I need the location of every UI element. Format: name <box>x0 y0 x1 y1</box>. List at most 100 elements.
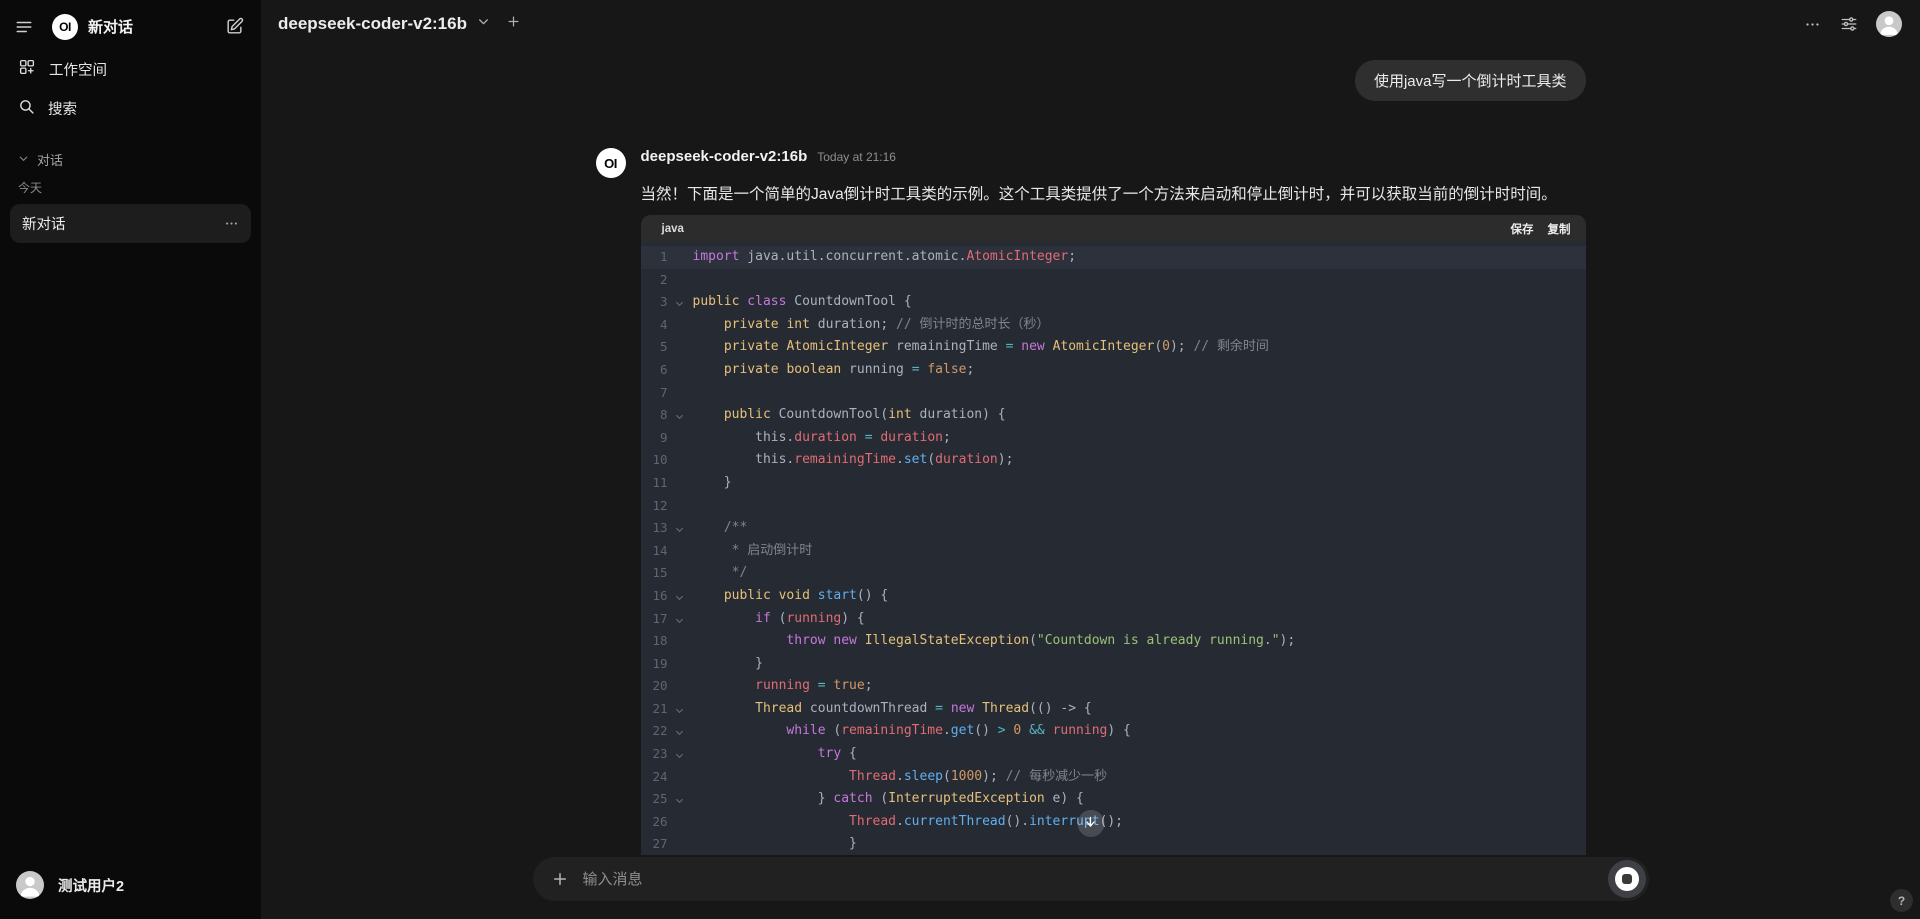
code-line: 6 private boolean running = false; <box>641 359 1586 382</box>
sliders-icon <box>1840 15 1858 33</box>
fold-gutter <box>668 811 693 834</box>
code-line: 1 import java.util.concurrent.atomic.Atom… <box>641 246 1586 269</box>
code-line: 5 private AtomicInteger remainingTime = … <box>641 336 1586 359</box>
line-number: 24 <box>641 766 668 789</box>
fold-gutter <box>668 314 693 337</box>
line-number: 26 <box>641 811 668 834</box>
user-avatar <box>16 871 44 899</box>
scroll-to-bottom-button[interactable] <box>1077 810 1104 837</box>
code-line: 11 } <box>641 472 1586 495</box>
code-text: import java.util.concurrent.atomic.Atomi… <box>693 246 1586 269</box>
sidebar-item-label: 工作空间 <box>49 59 107 80</box>
code-block: java 保存 复制 1 import java.util.concurrent.… <box>641 215 1586 855</box>
fold-chevron-icon <box>668 698 693 721</box>
copy-code-button[interactable]: 复制 <box>1548 221 1571 237</box>
profile-avatar-button[interactable] <box>1876 11 1902 37</box>
fold-chevron-icon <box>668 743 693 766</box>
code-line: 23 try { <box>641 743 1586 766</box>
help-button[interactable]: ? <box>1890 889 1913 912</box>
fold-gutter <box>668 382 693 405</box>
code-line: 15 */ <box>641 562 1586 585</box>
assistant-text: 当然！下面是一个简单的Java倒计时工具类的示例。这个工具类提供了一个方法来启动… <box>641 181 1586 208</box>
new-chat-button[interactable] <box>220 12 249 41</box>
sidebar-section-chats[interactable]: 对话 <box>8 144 253 175</box>
code-line: 26 Thread.currentThread().interrupt(); <box>641 811 1586 834</box>
assistant-timestamp: Today at 21:16 <box>817 150 896 164</box>
pencil-square-icon <box>225 17 244 36</box>
sidebar-header: OI 新对话 <box>0 8 261 49</box>
line-number: 1 <box>641 246 668 269</box>
code-text: this.remainingTime.set(duration); <box>693 449 1586 472</box>
sidebar-item-search[interactable]: 搜索 <box>8 90 253 127</box>
model-selector[interactable]: deepseek-coder-v2:16b <box>278 14 521 34</box>
topbar: deepseek-coder-v2:16b <box>261 0 1920 48</box>
voice-call-icon <box>1615 867 1639 891</box>
code-text: throw new IllegalStateException("Countdo… <box>693 630 1586 653</box>
add-model-icon[interactable] <box>506 14 521 34</box>
fold-gutter <box>668 269 693 292</box>
message-input-bar[interactable] <box>533 857 1649 901</box>
app-logo-icon: OI <box>52 14 78 40</box>
fold-chevron-icon <box>668 585 693 608</box>
line-number: 6 <box>641 359 668 382</box>
code-text: Thread countdownThread = new Thread(() -… <box>693 698 1586 721</box>
fold-gutter <box>668 472 693 495</box>
fold-chevron-icon <box>668 291 693 314</box>
line-number: 8 <box>641 404 668 427</box>
line-number: 2 <box>641 269 668 292</box>
fold-gutter <box>668 766 693 789</box>
code-text: Thread.currentThread().interrupt(); <box>693 811 1586 834</box>
code-line: 20 running = true; <box>641 675 1586 698</box>
code-line: 14 * 启动倒计时 <box>641 540 1586 563</box>
hamburger-icon <box>15 18 33 36</box>
sidebar-item-workspace[interactable]: 工作空间 <box>8 50 253 88</box>
chat-group-label: 今天 <box>18 179 243 196</box>
code-line: 24 Thread.sleep(1000); // 每秒减少一秒 <box>641 766 1586 789</box>
chat-scroll-area[interactable]: 使用java写一个倒计时工具类 OI deepseek-coder-v2:16b… <box>261 48 1920 855</box>
ellipsis-icon <box>1804 16 1821 33</box>
line-number: 18 <box>641 630 668 653</box>
code-line: 3public class CountdownTool { <box>641 291 1586 314</box>
code-text: } <box>693 833 1586 855</box>
sidebar-toggle-button[interactable] <box>10 13 38 41</box>
section-label: 对话 <box>37 150 63 169</box>
line-number: 19 <box>641 653 668 676</box>
fold-gutter <box>668 675 693 698</box>
voice-call-button[interactable] <box>1608 860 1646 898</box>
new-chat-brand[interactable]: OI 新对话 <box>52 14 220 40</box>
arrow-down-icon <box>1084 815 1098 832</box>
line-number: 7 <box>641 382 668 405</box>
topbar-actions <box>1799 10 1902 38</box>
code-block-header: java 保存 复制 <box>641 215 1586 242</box>
code-line: 10 this.remainingTime.set(duration); <box>641 449 1586 472</box>
code-text: } <box>693 653 1586 676</box>
attach-plus-icon[interactable] <box>551 870 569 888</box>
line-number: 5 <box>641 336 668 359</box>
save-code-button[interactable]: 保存 <box>1511 221 1534 237</box>
message-input[interactable] <box>581 870 1596 889</box>
code-language-label: java <box>662 223 684 235</box>
line-number: 22 <box>641 720 668 743</box>
sidebar: OI 新对话 工作空间 搜索 对话 <box>0 0 261 919</box>
code-line: 27 } <box>641 833 1586 855</box>
line-number: 21 <box>641 698 668 721</box>
chat-list-item-selected[interactable]: 新对话 <box>10 204 251 243</box>
fold-gutter <box>668 653 693 676</box>
code-line: 8 public CountdownTool(int duration) { <box>641 404 1586 427</box>
line-number: 4 <box>641 314 668 337</box>
chat-item-menu-icon[interactable] <box>224 216 239 231</box>
controls-button[interactable] <box>1835 10 1863 38</box>
model-name: deepseek-coder-v2:16b <box>278 14 467 34</box>
code-line: 17 if (running) { <box>641 608 1586 631</box>
fold-gutter <box>668 359 693 382</box>
sidebar-user-menu[interactable]: 测试用户2 <box>0 861 261 909</box>
code-line: 16 public void start() { <box>641 585 1586 608</box>
line-number: 17 <box>641 608 668 631</box>
fold-chevron-icon <box>668 404 693 427</box>
chat-menu-button[interactable] <box>1799 11 1826 38</box>
code-text: while (remainingTime.get() > 0 && runnin… <box>693 720 1586 743</box>
code-text: running = true; <box>693 675 1586 698</box>
chat-item-label: 新对话 <box>22 213 66 234</box>
code-text <box>693 382 1586 405</box>
assistant-message: OI deepseek-coder-v2:16b Today at 21:16 … <box>596 148 1586 855</box>
